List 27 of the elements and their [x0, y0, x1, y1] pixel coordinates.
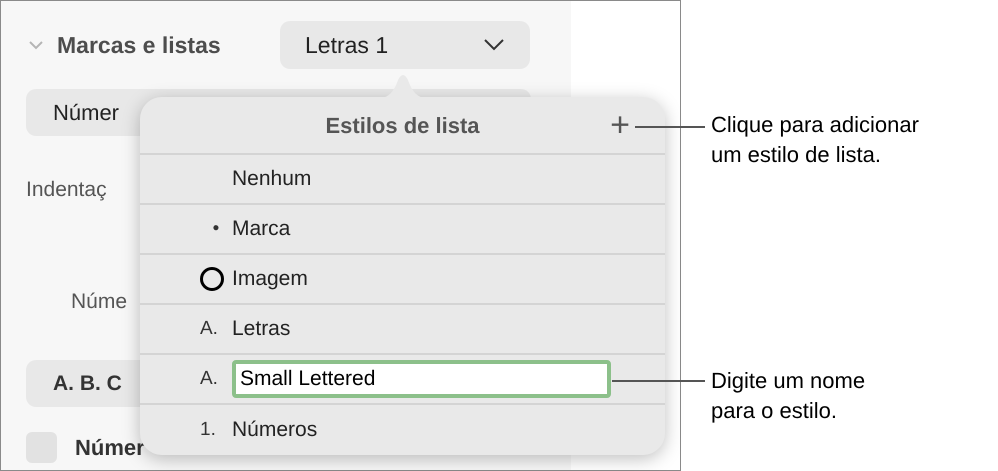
- checkbox-label: Númer: [75, 434, 145, 462]
- style-name: Imagem: [232, 266, 308, 292]
- style-name: Letras: [232, 316, 290, 342]
- chevron-down-icon[interactable]: [29, 40, 43, 50]
- list-marker: 1.: [200, 418, 217, 442]
- indent-label: Indentaç: [26, 177, 107, 203]
- style-name: Marca: [232, 216, 290, 242]
- chevron-down-icon: [483, 38, 505, 52]
- list-marker: A.: [200, 316, 219, 341]
- list-style-item[interactable]: Nenhum: [140, 155, 665, 205]
- list-marker: •: [212, 216, 220, 241]
- style-name: Números: [232, 417, 318, 444]
- add-button[interactable]: +: [610, 108, 630, 142]
- callout-text: Digite um nome para o estilo.: [711, 367, 866, 425]
- list-style-item[interactable]: • Marca: [140, 205, 665, 255]
- style-name: Nenhum: [232, 166, 312, 192]
- style-dropdown[interactable]: Letras 1: [280, 21, 530, 69]
- number-label: Núme: [71, 288, 128, 314]
- list-style-item[interactable]: Imagem: [140, 255, 665, 305]
- popover-title: Estilos de lista: [325, 112, 480, 140]
- list-style-item[interactable]: A. Letras: [140, 305, 665, 355]
- leader-line: [635, 126, 705, 128]
- list-style-item[interactable]: A. Small Lettered: [140, 355, 665, 405]
- list-marker: A.: [200, 366, 219, 391]
- style-name-field[interactable]: Small Lettered: [232, 360, 611, 398]
- section-title: Marcas e listas: [57, 30, 222, 60]
- callout-text: Clique para adicionar um estilo de lista.: [711, 111, 919, 169]
